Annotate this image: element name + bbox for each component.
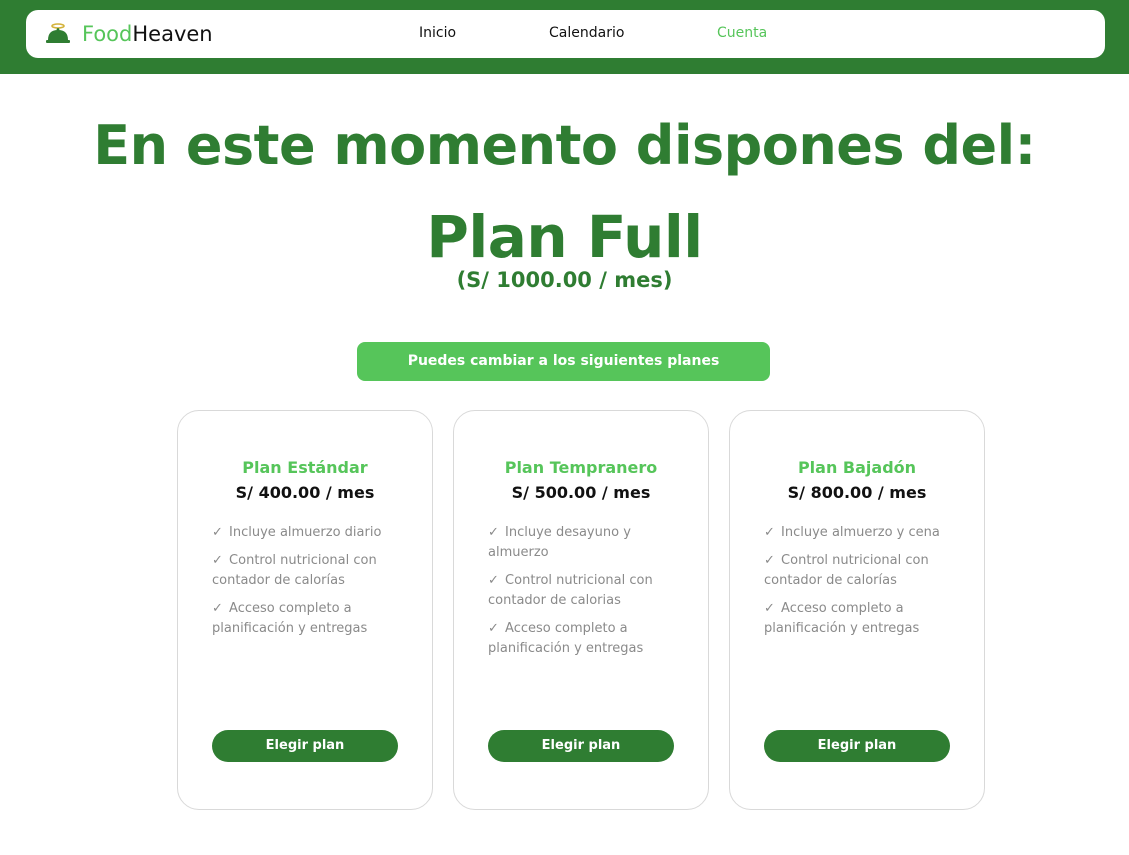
plan-feature: ✓ Incluye almuerzo y cena [764,523,964,543]
plan-feature: ✓ Acceso completo a planificación y entr… [212,599,412,639]
current-plan-headline: En este momento dispones del: [93,114,1036,177]
check-icon: ✓ [488,621,499,636]
check-icon: ✓ [488,573,499,588]
choose-plan-button[interactable]: Elegir plan [764,730,950,762]
plan-feature: ✓ Control nutricional con contador de ca… [764,551,964,591]
plan-feature-text: Acceso completo a planificación y entreg… [212,601,368,636]
nav-link-cuenta[interactable]: Cuenta [717,24,767,42]
plan-feature-text: Acceso completo a planificación y entreg… [488,621,644,656]
plan-title: Plan Bajadón [797,458,917,477]
plan-feature-text: Control nutricional con contador de calo… [764,553,929,588]
plan-features: ✓ Incluye desayuno y almuerzo ✓ Control … [488,523,688,667]
plan-features: ✓ Incluye almuerzo diario ✓ Control nutr… [212,523,412,647]
plan-card-estandar: Plan Estándar S/ 400.00 / mes ✓ Incluye … [177,410,433,810]
plan-feature: ✓ Incluye desayuno y almuerzo [488,523,688,563]
brand-logo[interactable]: FoodHeaven [44,20,213,48]
choose-plan-button[interactable]: Elegir plan [488,730,674,762]
plan-feature: ✓ Control nutricional con contador de ca… [488,571,688,611]
plan-price: S/ 500.00 / mes [511,483,651,502]
brand-name-food: Food [82,22,133,46]
plan-features: ✓ Incluye almuerzo y cena ✓ Control nutr… [764,523,964,647]
plan-title: Plan Tempranero [504,458,658,477]
current-plan-price: (S/ 1000.00 / mes) [456,268,673,292]
plan-feature: ✓ Acceso completo a planificación y entr… [764,599,964,639]
plan-feature-text: Incluye almuerzo y cena [781,525,940,540]
plan-card-tempranero: Plan Tempranero S/ 500.00 / mes ✓ Incluy… [453,410,709,810]
check-icon: ✓ [212,601,223,616]
plan-feature-text: Control nutricional con contador de calo… [488,573,653,608]
brand-name-heaven: Heaven [132,22,213,46]
plan-card-bajadon: Plan Bajadón S/ 800.00 / mes ✓ Incluye a… [729,410,985,810]
plan-feature: ✓ Acceso completo a planificación y entr… [488,619,688,659]
nav-link-calendario[interactable]: Calendario [549,24,624,42]
plan-feature-text: Acceso completo a planificación y entreg… [764,601,920,636]
check-icon: ✓ [212,553,223,568]
brand-name: FoodHeaven [82,20,213,48]
plan-feature-text: Control nutricional con contador de calo… [212,553,377,588]
plan-price: S/ 400.00 / mes [235,483,375,502]
plan-feature: ✓ Incluye almuerzo diario [212,523,412,543]
choose-plan-button[interactable]: Elegir plan [212,730,398,762]
check-icon: ✓ [488,525,499,540]
plan-feature-text: Incluye desayuno y almuerzo [488,525,631,560]
current-plan-name: Plan Full [426,203,703,271]
check-icon: ✓ [764,601,775,616]
change-plans-banner: Puedes cambiar a los siguientes planes [357,342,770,381]
check-icon: ✓ [212,525,223,540]
check-icon: ✓ [764,525,775,540]
navbar: FoodHeaven Inicio Calendario Cuenta [26,10,1105,58]
nav-link-inicio[interactable]: Inicio [419,24,456,42]
check-icon: ✓ [764,553,775,568]
plan-feature: ✓ Control nutricional con contador de ca… [212,551,412,591]
plan-price: S/ 800.00 / mes [787,483,927,502]
plan-feature-text: Incluye almuerzo diario [229,525,382,540]
plan-title: Plan Estándar [242,458,368,477]
cloche-icon [44,23,72,45]
